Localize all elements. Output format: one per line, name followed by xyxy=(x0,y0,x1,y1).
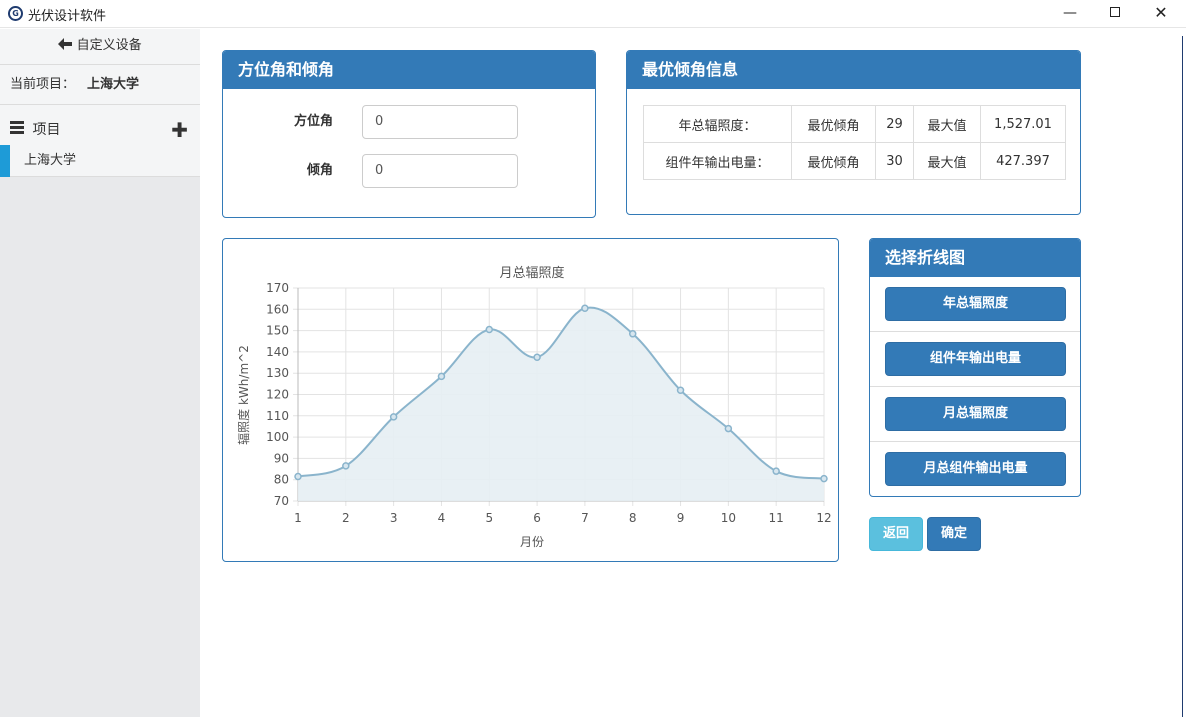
tilt-input[interactable]: 0 xyxy=(362,154,518,188)
current-project: 当前项目： 上海大学 xyxy=(0,65,200,105)
x-tick-label: 10 xyxy=(721,511,736,525)
list-icon xyxy=(10,121,24,136)
y-tick-label: 90 xyxy=(274,451,289,465)
azimuth-row: 方位角 0 xyxy=(223,105,595,139)
active-indicator xyxy=(0,145,10,177)
y-tick-label: 140 xyxy=(266,345,289,359)
x-tick-label: 12 xyxy=(816,511,831,525)
list-item: 组件年输出电量 xyxy=(870,332,1080,387)
data-point xyxy=(724,424,733,433)
list-item: 月总组件输出电量 xyxy=(870,442,1080,496)
sidebar-item-label: 上海大学 xyxy=(24,153,77,168)
project-list-title: 项目 xyxy=(32,122,61,138)
x-tick-label: 9 xyxy=(677,511,685,525)
table-row: 年总辐照度： 最优倾角 29 最大值 1,527.01 xyxy=(643,105,1066,143)
back-to-custom-device-button[interactable]: 自定义设备 xyxy=(0,29,200,65)
row-name: 组件年输出电量： xyxy=(643,142,792,180)
y-tick-label: 170 xyxy=(266,281,289,295)
back-button[interactable]: 返回 xyxy=(869,517,923,551)
y-tick-label: 150 xyxy=(266,324,289,338)
x-tick-label: 1 xyxy=(294,511,302,525)
monthly-output-button[interactable]: 月总组件输出电量 xyxy=(885,452,1066,486)
y-tick-label: 120 xyxy=(266,388,289,402)
data-point xyxy=(533,353,541,361)
y-tick-label: 80 xyxy=(274,473,289,487)
current-project-value: 上海大学 xyxy=(87,77,140,92)
close-button[interactable]: ✕ xyxy=(1138,0,1184,28)
data-point xyxy=(772,467,780,475)
max-label: 最大值 xyxy=(913,142,981,180)
tilt-label: 倾角 xyxy=(306,163,333,178)
optimal-angle-panel-title: 最优倾角信息 xyxy=(627,51,1080,89)
chart-select-panel-title: 选择折线图 xyxy=(870,239,1080,277)
optimal-angle-panel: 最优倾角信息 年总辐照度： 最优倾角 29 最大值 1,527.01 组件年输出… xyxy=(626,50,1081,215)
window-titlebar: G 光伏设计软件 — ✕ xyxy=(0,0,1186,28)
x-tick-label: 3 xyxy=(390,511,398,525)
opt-angle-value: 29 xyxy=(875,105,914,143)
series-area-fill xyxy=(298,307,824,501)
azimuth-input[interactable]: 0 xyxy=(362,105,518,139)
data-point xyxy=(294,472,302,481)
x-tick-label: 2 xyxy=(342,511,350,525)
max-value: 427.397 xyxy=(980,142,1066,180)
x-axis-label: 月份 xyxy=(520,535,544,549)
window-border xyxy=(1182,36,1183,717)
project-list-header: 项目 ✚ xyxy=(0,105,200,145)
maximize-button[interactable] xyxy=(1092,0,1138,28)
x-tick-label: 8 xyxy=(629,511,637,525)
current-project-label: 当前项目： xyxy=(10,77,76,92)
y-axis-label: 辐照度 kWh/m^2 xyxy=(236,345,251,445)
x-tick-label: 7 xyxy=(581,511,589,525)
y-tick-label: 130 xyxy=(266,366,289,380)
x-tick-label: 6 xyxy=(533,511,541,525)
arrow-left-icon xyxy=(58,38,73,50)
minimize-button[interactable]: — xyxy=(1047,0,1093,28)
data-point xyxy=(676,386,685,394)
x-tick-label: 5 xyxy=(485,511,493,525)
data-point xyxy=(628,330,637,338)
opt-angle-label: 最优倾角 xyxy=(791,142,876,180)
table-row: 组件年输出电量： 最优倾角 30 最大值 427.397 xyxy=(643,142,1066,180)
maximize-icon xyxy=(1110,7,1120,17)
x-tick-label: 11 xyxy=(769,511,784,525)
chart-select-panel: 选择折线图 年总辐照度 组件年输出电量 月总辐照度 月总组件输出电量 xyxy=(869,238,1081,497)
list-item: 年总辐照度 xyxy=(870,277,1080,332)
data-point xyxy=(437,372,446,381)
data-point xyxy=(485,325,494,334)
y-tick-label: 100 xyxy=(266,430,289,444)
annual-output-button[interactable]: 组件年输出电量 xyxy=(885,342,1066,376)
data-point xyxy=(820,474,828,483)
data-point xyxy=(342,462,350,470)
opt-angle-value: 30 xyxy=(875,142,914,180)
y-tick-label: 70 xyxy=(274,494,289,508)
app-logo-icon: G xyxy=(8,6,23,21)
opt-angle-label: 最优倾角 xyxy=(791,105,876,143)
optimal-angle-table: 年总辐照度： 最优倾角 29 最大值 1,527.01 组件年输出电量： 最优倾… xyxy=(643,105,1066,180)
angle-panel-title: 方位角和倾角 xyxy=(223,51,595,89)
azimuth-label: 方位角 xyxy=(293,114,333,129)
row-name: 年总辐照度： xyxy=(643,105,792,143)
max-value: 1,527.01 xyxy=(980,105,1066,143)
chart-panel: 月总辐照度 月份 辐照度 kWh/m^2 70 80 90 100 110 120 130 1… xyxy=(222,238,839,562)
data-point xyxy=(581,304,589,312)
window-title: 光伏设计软件 xyxy=(28,9,107,24)
monthly-irradiance-chart: 月总辐照度 月份 辐照度 kWh/m^2 7080901001101201301… xyxy=(236,265,832,549)
max-label: 最大值 xyxy=(913,105,981,143)
y-tick-label: 160 xyxy=(266,302,289,316)
angle-panel: 方位角和倾角 方位角 0 倾角 0 xyxy=(222,50,596,218)
back-label: 自定义设备 xyxy=(76,38,142,53)
list-item: 月总辐照度 xyxy=(870,387,1080,442)
chart-title: 月总辐照度 xyxy=(499,265,564,281)
sidebar: 自定义设备 当前项目： 上海大学 项目 ✚ 上海大学 xyxy=(0,29,200,717)
y-tick-label: 110 xyxy=(266,409,289,423)
x-tick-label: 4 xyxy=(438,511,446,525)
data-point xyxy=(389,413,398,421)
annual-irradiance-button[interactable]: 年总辐照度 xyxy=(885,287,1066,321)
tilt-row: 倾角 0 xyxy=(223,154,595,188)
monthly-irradiance-button[interactable]: 月总辐照度 xyxy=(885,397,1066,431)
confirm-button[interactable]: 确定 xyxy=(927,517,981,551)
sidebar-item-project[interactable]: 上海大学 xyxy=(0,145,200,177)
